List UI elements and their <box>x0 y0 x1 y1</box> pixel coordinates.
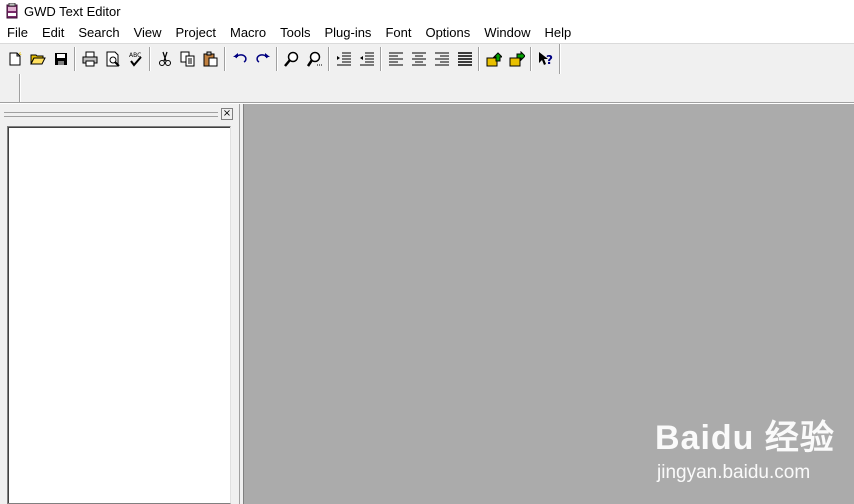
watermark-url: jingyan.baidu.com <box>657 462 811 483</box>
menu-plugins[interactable]: Plug-ins <box>317 22 378 43</box>
undo-button[interactable] <box>228 48 251 70</box>
menu-view[interactable]: View <box>127 22 169 43</box>
menu-options[interactable]: Options <box>418 22 477 43</box>
menu-project[interactable]: Project <box>169 22 223 43</box>
toolbar-separator <box>328 47 330 71</box>
close-icon: × <box>222 108 232 119</box>
save-button[interactable] <box>49 48 72 70</box>
toolbar-separator <box>74 47 76 71</box>
save-icon <box>54 53 67 65</box>
spellcheck-icon: ABC <box>129 52 142 67</box>
copy-button[interactable] <box>176 48 199 70</box>
watermark: Baidu 经验 jingyan.baidu.com <box>655 410 845 490</box>
align-left-icon <box>388 52 403 66</box>
find-icon <box>283 51 298 67</box>
indent-button[interactable] <box>332 48 355 70</box>
project-save-icon <box>509 51 525 67</box>
svg-text:?: ? <box>546 53 553 67</box>
menu-search[interactable]: Search <box>71 22 126 43</box>
pane-grip[interactable] <box>4 112 218 117</box>
copy-icon <box>180 51 194 67</box>
toolbar-grip[interactable] <box>19 74 21 102</box>
new-file-button[interactable] <box>3 48 26 70</box>
project-file-list[interactable] <box>7 126 231 504</box>
redo-icon <box>255 53 270 63</box>
align-right-button[interactable] <box>430 48 453 70</box>
menu-bar: File Edit Search View Project Macro Tool… <box>0 22 854 43</box>
menu-font[interactable]: Font <box>378 22 418 43</box>
open-button[interactable] <box>26 48 49 70</box>
print-button[interactable] <box>78 48 101 70</box>
toolbar-end <box>559 43 561 75</box>
find-next-icon <box>306 51 322 67</box>
gwd-app-icon[interactable] <box>4 2 20 19</box>
menu-file[interactable]: File <box>0 22 35 43</box>
pane-close-button[interactable]: × <box>221 108 233 120</box>
project-open-button[interactable] <box>482 48 505 70</box>
open-folder-icon <box>29 54 46 65</box>
toolbar-separator <box>380 47 382 71</box>
secondary-toolbar <box>0 74 854 103</box>
paste-icon <box>203 51 217 67</box>
context-help-icon: ? <box>538 52 553 67</box>
align-center-button[interactable] <box>407 48 430 70</box>
menu-macro[interactable]: Macro <box>223 22 273 43</box>
align-center-icon <box>411 52 426 66</box>
align-right-icon <box>434 52 449 66</box>
main-toolbar: ABC ? <box>0 43 854 75</box>
watermark-logo: Baidu 经验 <box>655 419 835 457</box>
new-file-icon <box>9 51 22 66</box>
print-preview-button[interactable] <box>101 48 124 70</box>
spellcheck-button[interactable]: ABC <box>124 48 147 70</box>
print-icon <box>82 51 97 67</box>
project-open-icon <box>486 52 502 67</box>
paste-button[interactable] <box>199 48 222 70</box>
cut-button[interactable] <box>153 48 176 70</box>
justify-button[interactable] <box>453 48 476 70</box>
project-save-button[interactable] <box>505 48 528 70</box>
toolbar-separator <box>224 47 226 71</box>
menu-edit[interactable]: Edit <box>35 22 71 43</box>
toolbar-separator <box>276 47 278 71</box>
window-title: GWD Text Editor <box>24 3 121 19</box>
outdent-button[interactable] <box>355 48 378 70</box>
menu-tools[interactable]: Tools <box>273 22 317 43</box>
context-help-button[interactable]: ? <box>534 48 557 70</box>
project-pane: × <box>0 104 240 504</box>
find-next-button[interactable] <box>303 48 326 70</box>
redo-button[interactable] <box>251 48 274 70</box>
toolbar-separator <box>478 47 480 71</box>
undo-icon <box>232 53 247 63</box>
title-bar: GWD Text Editor <box>0 0 854 22</box>
toolbar-separator <box>530 47 532 71</box>
outdent-icon <box>359 52 374 66</box>
find-button[interactable] <box>280 48 303 70</box>
align-left-button[interactable] <box>384 48 407 70</box>
cut-icon <box>158 51 171 66</box>
print-preview-icon <box>106 51 120 67</box>
menu-window[interactable]: Window <box>477 22 537 43</box>
indent-icon <box>336 52 351 66</box>
menu-help[interactable]: Help <box>538 22 579 43</box>
toolbar-separator <box>149 47 151 71</box>
justify-icon <box>457 52 472 66</box>
